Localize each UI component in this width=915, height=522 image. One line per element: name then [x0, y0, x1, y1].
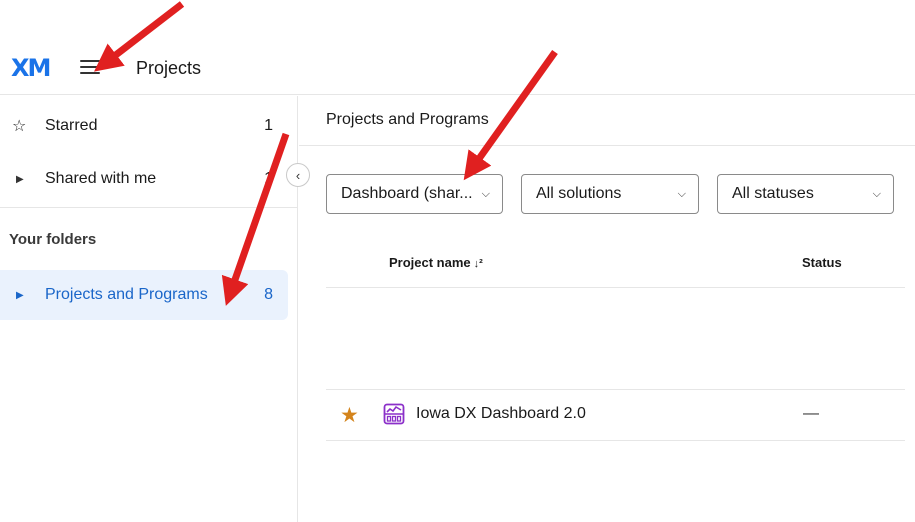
sidebar-item-label: Projects and Programs — [45, 286, 208, 303]
project-name-link[interactable]: Iowa DX Dashboard 2.0 — [416, 405, 586, 423]
star-filled-icon[interactable]: ★ — [340, 403, 359, 428]
chevron-down-icon: ⌵ — [677, 187, 686, 200]
dropdown-value: All statuses — [732, 185, 814, 202]
chevron-left-icon: ‹ — [295, 167, 301, 183]
sidebar-item-starred[interactable]: ☆ Starred 1 — [0, 101, 288, 151]
sidebar-divider — [0, 207, 298, 208]
sidebar-item-shared-with-me[interactable]: ▶ Shared with me 1 — [0, 154, 288, 204]
dropdown-value: All solutions — [536, 185, 622, 202]
caret-right-icon[interactable]: ▶ — [0, 290, 45, 301]
collapse-sidebar-button[interactable]: ‹ — [286, 163, 310, 187]
table-row-divider — [326, 440, 905, 441]
sidebar-item-label: Shared with me — [45, 170, 157, 187]
sidebar: ☆ Starred 1 ▶ Shared with me 1 Your fold… — [0, 96, 298, 522]
sidebar-item-count: 8 — [264, 286, 273, 303]
xm-logo[interactable]: XM — [11, 54, 51, 82]
statuses-filter-dropdown[interactable]: All statuses ⌵ — [717, 174, 894, 214]
sidebar-item-count: 1 — [264, 117, 273, 134]
caret-right-icon: ▶ — [16, 173, 24, 185]
hamburger-icon[interactable] — [80, 60, 100, 76]
column-header-status[interactable]: Status — [802, 255, 842, 270]
folder-title: Projects and Programs — [326, 111, 489, 128]
chevron-down-icon: ⌵ — [481, 187, 490, 200]
sidebar-item-label: Starred — [45, 117, 98, 134]
page-title: Projects — [136, 58, 202, 78]
column-header-label: Project name — [389, 255, 471, 270]
sidebar-item-projects-and-programs[interactable]: ▶ Projects and Programs 8 — [0, 270, 288, 320]
dashboard-icon — [383, 403, 405, 425]
main-divider — [299, 145, 915, 146]
chevron-down-icon: ⌵ — [872, 187, 881, 200]
top-bar: XM Projects — [0, 0, 915, 95]
dropdown-value: Dashboard (shar... — [341, 185, 473, 202]
table-header-divider — [326, 287, 905, 288]
solutions-filter-dropdown[interactable]: All solutions ⌵ — [521, 174, 699, 214]
star-outline-icon: ☆ — [12, 118, 27, 135]
sidebar-item-count: 1 — [264, 170, 273, 187]
folders-section-label: Your folders — [9, 231, 97, 248]
dashboard-filter-dropdown[interactable]: Dashboard (shar... ⌵ — [326, 174, 503, 214]
table-row-divider — [326, 389, 905, 390]
project-status: — — [803, 405, 819, 422]
sort-descending-icon[interactable]: ↓² — [474, 258, 483, 270]
column-header-project-name[interactable]: Project name ↓² — [389, 255, 483, 270]
